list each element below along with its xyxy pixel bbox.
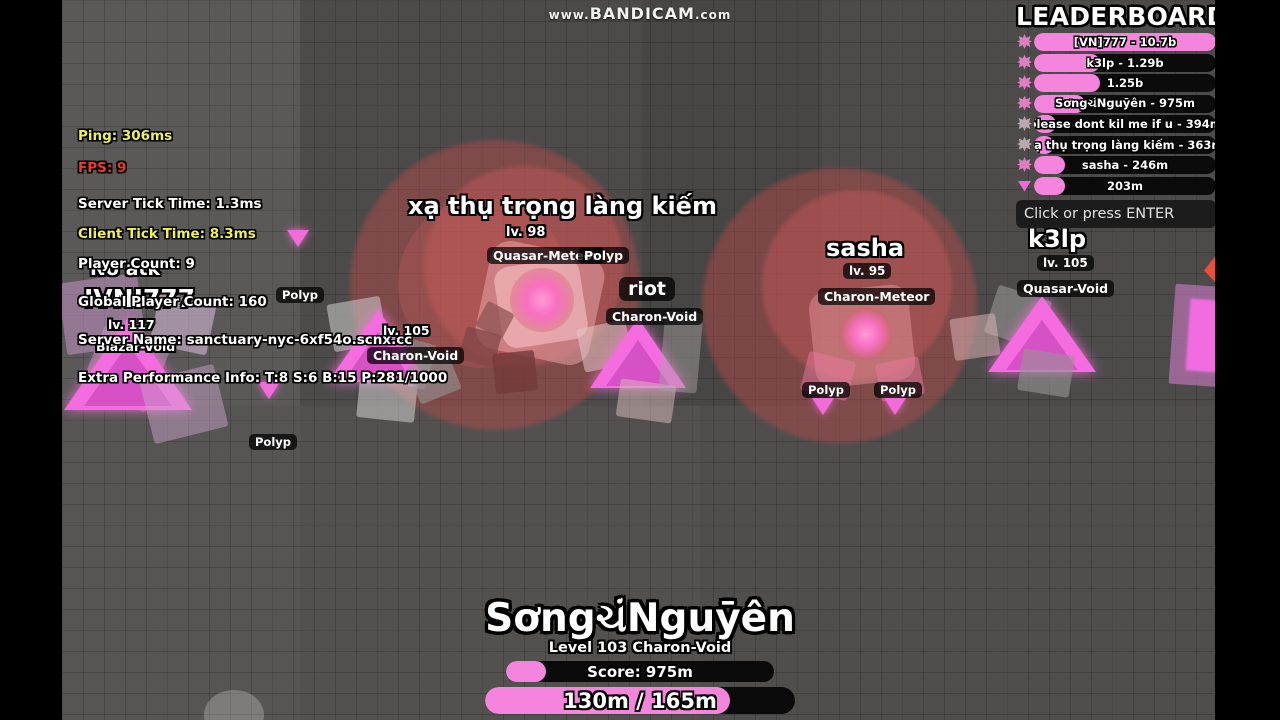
leaderboard-row-label: sasha - 246m (1081, 158, 1169, 172)
stat-ping: Ping: 306ms (78, 128, 173, 144)
leaderboard-row[interactable]: please dont kil me if u - 394m (1016, 114, 1216, 134)
leaderboard-row[interactable]: k3lp - 1.29b (1016, 53, 1216, 73)
watermark-brand: BANDICAM (589, 4, 695, 23)
polyp-label: Polyp (249, 434, 297, 450)
entity-level-sasha: lv. 95 (843, 263, 892, 279)
watermark-suffix: .com (694, 8, 732, 22)
leaderboard-row-label: 1.25b (1106, 76, 1144, 90)
watermark-prefix: www. (548, 8, 590, 22)
entity-level-xathu: lv. 98 (506, 225, 546, 240)
chat-input[interactable]: Click or press ENTER (1016, 199, 1216, 228)
star-icon (1016, 54, 1033, 72)
stat-global-player-count: Global Player Count: 160 (78, 294, 267, 310)
polyp-shape (884, 398, 906, 415)
stat-fps: FPS: 9 (78, 160, 127, 176)
leaderboard-panel: LEADERBOARD [VN]777 - 10.7b k3lp - 1.29b… (1016, 0, 1227, 228)
leaderboard-bar: sasha - 246m (1034, 156, 1216, 174)
leaderboard-row-label: xạ thụ trọng làng kiếm - 363m (1034, 137, 1216, 152)
rock-debris (1017, 348, 1075, 398)
leaderboard-row-label: please dont kil me if u - 394m (1034, 117, 1216, 131)
star-pale-icon (1016, 115, 1033, 133)
polyp-label: Polyp (802, 382, 850, 398)
entity-name-sasha: sasha (826, 234, 905, 262)
xp-bar: 130m / 165m (485, 687, 795, 714)
polyp-label: Polyp (874, 382, 922, 398)
leaderboard-bar: [VN]777 - 10.7b (1034, 33, 1216, 51)
entity-name-xathu: xạ thụ trọng làng kiếm (408, 192, 717, 220)
entity-build-sasha: Charon-Meteor (818, 288, 936, 305)
star-icon (1016, 156, 1033, 174)
leaderboard-row-label: [VN]777 - 10.7b (1073, 35, 1177, 49)
score-label: Score: 975m (587, 662, 693, 681)
leaderboard-row[interactable]: 203m (1016, 176, 1216, 196)
entity-name-riot: riot (619, 277, 676, 301)
leaderboard-row[interactable]: [VN]777 - 10.7b (1016, 32, 1216, 52)
stat-client-tick: Client Tick Time: 8.3ms (78, 226, 256, 242)
core-blob (840, 308, 892, 360)
stat-player-count: Player Count: 9 (78, 256, 195, 272)
game-screen: xạ thụ trọng làng kiếm lv. 98 Quasar-Met… (0, 0, 1280, 720)
leaderboard-row-label: SơngચંNguȳên - 975m (1054, 96, 1196, 110)
leaderboard-row-label: 203m (1107, 178, 1143, 193)
hud-player-level: Level 103 Charon-Void (548, 640, 732, 656)
entity-name-k3lp: k3lp (1028, 225, 1087, 253)
leaderboard-row[interactable]: SơngચંNguȳên - 975m (1016, 94, 1216, 114)
debug-stats-panel: Ping: 306ms FPS: 9 Server Tick Time: 1.3… (78, 128, 447, 400)
entity-level-k3lp: lv. 105 (1037, 255, 1094, 271)
pink-block-core (1185, 298, 1215, 374)
letterbox-left (0, 0, 62, 720)
player-hud: SơngચંNguȳên Level 103 Charon-Void Score… (0, 596, 1280, 714)
entity-extra-xathu: Polyp (578, 247, 630, 264)
stat-server-name: Server Name: sanctuary-nyc-6xf54o.scnx.c… (78, 332, 413, 348)
leaderboard-row-label: k3lp - 1.29b (1086, 55, 1164, 70)
star-icon (1016, 95, 1033, 113)
star-icon (1016, 74, 1033, 92)
leaderboard-bar: xạ thụ trọng làng kiếm - 363m (1034, 135, 1216, 154)
leaderboard-bar: k3lp - 1.29b (1034, 53, 1216, 72)
score-bar: Score: 975m (506, 661, 774, 682)
leaderboard-bar: please dont kil me if u - 394m (1034, 115, 1216, 133)
leaderboard-bar: 1.25b (1034, 74, 1216, 92)
leaderboard-row[interactable]: xạ thụ trọng làng kiếm - 363m (1016, 135, 1216, 155)
rock-debris (492, 349, 538, 395)
leaderboard-row[interactable]: 1.25b (1016, 73, 1216, 93)
stat-server-tick: Server Tick Time: 1.3ms (78, 196, 262, 212)
leaderboard-row[interactable]: sasha - 246m (1016, 155, 1216, 175)
hud-player-name: SơngચંNguȳên (485, 596, 795, 641)
chat-prompt-label: Click or press ENTER (1024, 205, 1175, 222)
triangle-icon (1016, 177, 1033, 195)
core-blob (510, 268, 574, 332)
star-pale-icon (1016, 136, 1033, 154)
xp-label: 130m / 165m (563, 688, 717, 713)
stat-extra-performance: Extra Performance Info: T:8 S:6 B:15 P:2… (78, 370, 448, 386)
star-icon (1016, 33, 1033, 51)
entity-build-riot: Charon-Void (606, 308, 704, 325)
leaderboard-bar: 203m (1034, 176, 1216, 195)
letterbox-right (1215, 0, 1280, 720)
entity-build-k3lp: Quasar-Void (1017, 280, 1115, 297)
leaderboard-bar: SơngચંNguȳên - 975m (1034, 94, 1216, 113)
polyp-shape (812, 398, 834, 415)
bandicam-watermark: www.BANDICAM.com (0, 4, 1280, 23)
